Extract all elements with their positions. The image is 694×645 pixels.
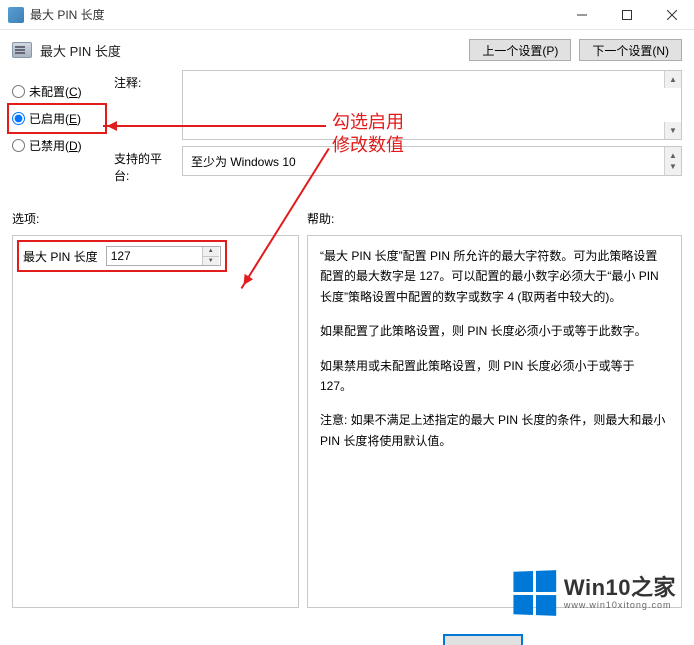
max-pin-length-label: 最大 PIN 长度 xyxy=(23,248,98,265)
window-title: 最大 PIN 长度 xyxy=(30,6,559,23)
radio-enabled[interactable]: 已启用(E) xyxy=(12,105,102,132)
help-section-label: 帮助: xyxy=(307,210,682,227)
radio-disabled-label: 已禁用(D) xyxy=(29,137,82,154)
highlight-enabled: 已启用(E) xyxy=(7,103,107,134)
minimize-button[interactable] xyxy=(559,0,604,30)
radio-not-configured[interactable]: 未配置(C) xyxy=(12,78,102,105)
comment-label: 注释: xyxy=(114,70,176,91)
previous-setting-button[interactable]: 上一个设置(P) xyxy=(469,39,571,61)
spinner-down-button[interactable]: ▼ xyxy=(203,257,219,266)
window-controls xyxy=(559,0,694,29)
radio-not-configured-input[interactable] xyxy=(12,85,25,98)
platform-label: 支持的平台: xyxy=(114,146,176,184)
scroll-down-icon[interactable]: ▼ xyxy=(664,158,681,175)
close-button[interactable] xyxy=(649,0,694,30)
scroll-up-icon[interactable]: ▲ xyxy=(664,71,681,88)
radio-enabled-input[interactable] xyxy=(12,112,25,125)
next-setting-button[interactable]: 下一个设置(N) xyxy=(579,39,682,61)
highlight-pin-option: 最大 PIN 长度 ▲ ▼ xyxy=(17,240,227,272)
options-panel: 最大 PIN 长度 ▲ ▼ xyxy=(12,235,299,608)
spinner-up-button[interactable]: ▲ xyxy=(203,247,219,257)
help-paragraph: 如果禁用或未配置此策略设置，则 PIN 长度必须小于或等于 127。 xyxy=(320,356,669,397)
help-paragraph: “最大 PIN 长度”配置 PIN 所允许的最大字符数。可为此策略设置配置的最大… xyxy=(320,246,669,307)
app-icon xyxy=(8,7,24,23)
options-section-label: 选项: xyxy=(12,210,307,227)
radio-disabled-input[interactable] xyxy=(12,139,25,152)
maximize-button[interactable] xyxy=(604,0,649,30)
comment-textarea[interactable]: ▲ ▼ xyxy=(182,70,682,140)
policy-icon xyxy=(12,42,32,58)
max-pin-length-spinner[interactable]: ▲ ▼ xyxy=(106,246,221,266)
policy-title: 最大 PIN 长度 xyxy=(40,41,461,60)
radio-enabled-label: 已启用(E) xyxy=(29,110,81,127)
radio-not-configured-label: 未配置(C) xyxy=(29,83,82,100)
platform-value: 至少为 Windows 10 xyxy=(191,155,296,169)
titlebar: 最大 PIN 长度 xyxy=(0,0,694,30)
radio-disabled[interactable]: 已禁用(D) xyxy=(12,132,102,159)
help-paragraph: 如果配置了此策略设置，则 PIN 长度必须小于或等于此数字。 xyxy=(320,321,669,341)
scroll-down-icon[interactable]: ▼ xyxy=(664,122,681,139)
radio-group: 未配置(C) 已启用(E) 已禁用(D) xyxy=(12,70,102,190)
platform-textbox: 至少为 Windows 10 ▲ ▼ xyxy=(182,146,682,176)
header-row: 最大 PIN 长度 上一个设置(P) 下一个设置(N) xyxy=(0,30,694,70)
help-paragraph: 注意: 如果不满足上述指定的最大 PIN 长度的条件，则最大和最小 PIN 长度… xyxy=(320,410,669,451)
help-panel: “最大 PIN 长度”配置 PIN 所允许的最大字符数。可为此策略设置配置的最大… xyxy=(307,235,682,608)
cutoff-button[interactable] xyxy=(443,634,523,645)
max-pin-length-input[interactable] xyxy=(107,247,202,265)
